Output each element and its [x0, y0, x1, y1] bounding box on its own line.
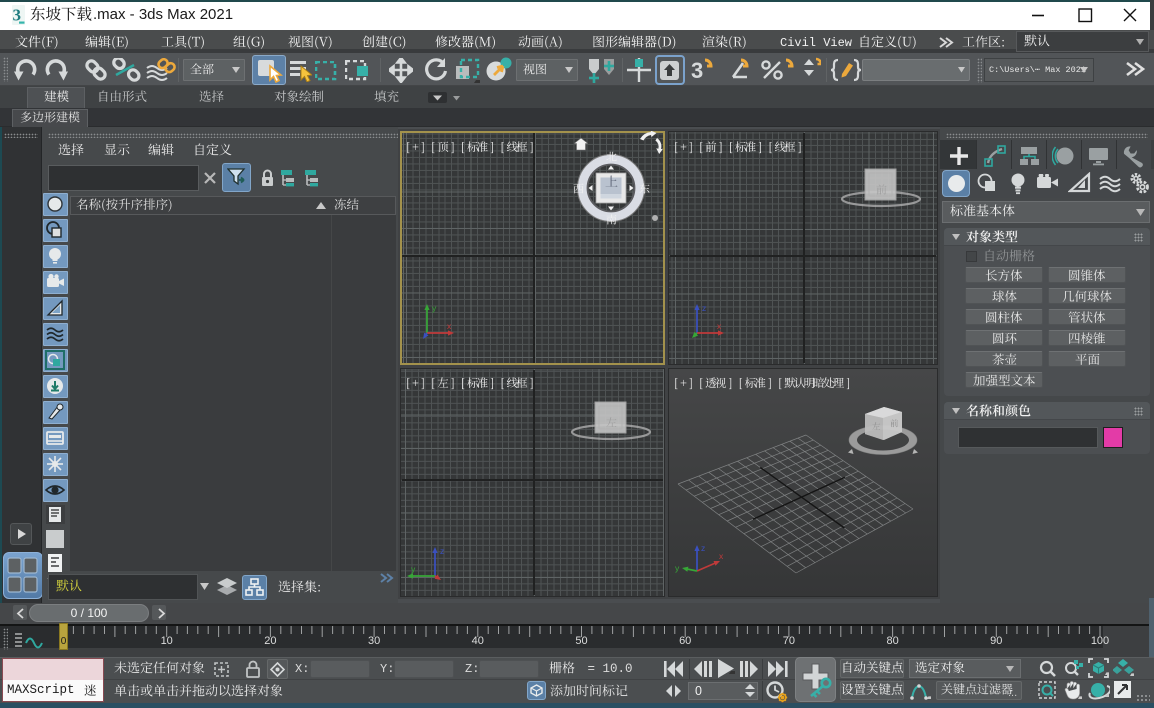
svg-text:3: 3 — [691, 58, 703, 83]
svg-text:z: z — [701, 543, 705, 553]
svg-text:z: z — [440, 546, 444, 556]
svg-text:z: z — [702, 303, 706, 313]
